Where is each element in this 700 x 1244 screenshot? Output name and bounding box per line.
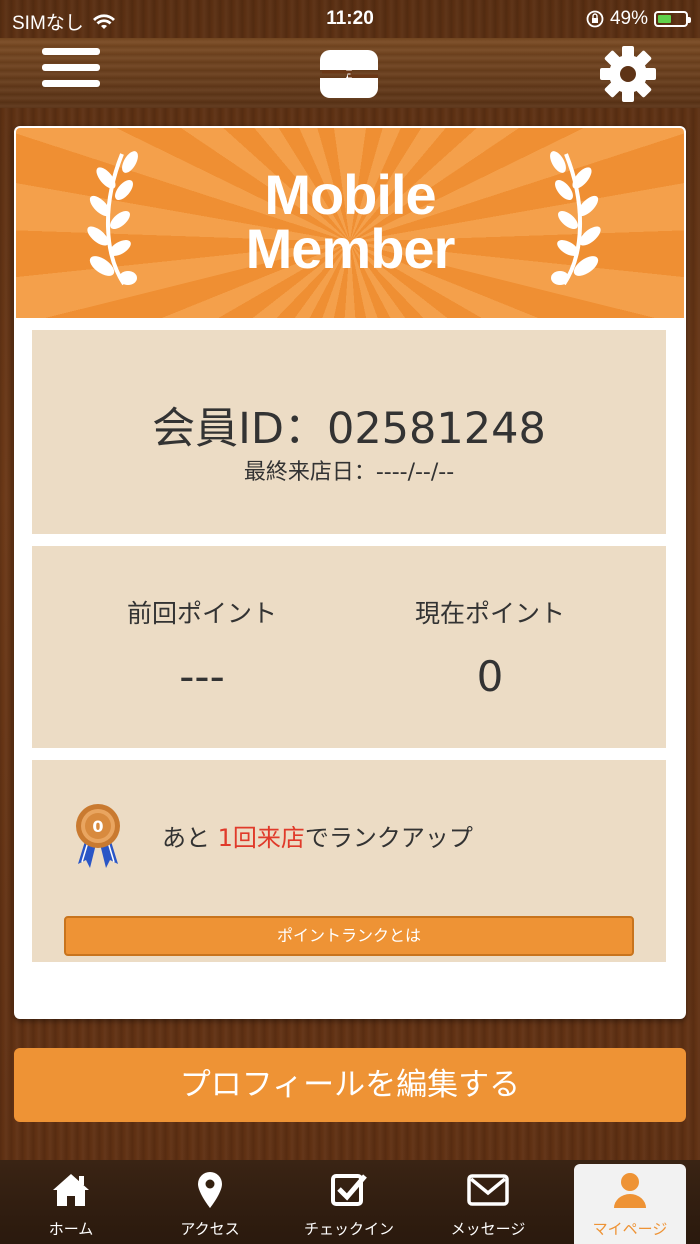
orientation-lock-icon [586,10,604,28]
rankup-highlight: 1回来店 [217,824,305,852]
last-visit-date: 最終来店日：----/--/-- [243,460,455,485]
medal-icon: 0 [76,804,120,868]
tab-access[interactable]: アクセス [141,1164,279,1244]
points-panel: 前回ポイント --- 現在ポイント 0 [32,546,666,748]
checkin-icon [331,1174,367,1206]
bottom-tab-bar: ホーム アクセス チェックイン メッセージ マイページ [0,1160,700,1244]
gear-icon[interactable] [598,44,658,104]
member-banner: Mobile Member [16,128,684,318]
point-rank-info-button[interactable]: ポイントランクとは [64,916,634,956]
battery-percent: 49% [609,8,648,29]
rankup-message: あと 1回来店でランクアップ [162,824,473,852]
menu-button[interactable] [42,48,100,98]
home-icon [53,1174,89,1206]
current-points-label: 現在ポイント [414,599,565,628]
previous-points-value: --- [179,652,225,701]
map-pin-icon [198,1172,222,1208]
rank-panel: 0 あと 1回来店でランクアップ ポイントランクとは [32,760,666,962]
member-id: 会員ID：02581248 [152,404,546,454]
battery-icon [654,11,691,27]
tab-mypage[interactable]: マイページ [574,1164,686,1244]
edit-profile-button[interactable]: プロフィールを編集する [14,1048,686,1122]
previous-points: 前回ポイント --- [52,594,352,701]
user-icon [614,1173,646,1208]
svg-text:0: 0 [92,817,103,836]
mail-icon [467,1174,509,1206]
top-navigation-bar [0,38,700,108]
tab-checkin[interactable]: チェックイン [280,1164,418,1244]
tab-home[interactable]: ホーム [2,1164,140,1244]
tab-message[interactable]: メッセージ [419,1164,557,1244]
previous-points-label: 前回ポイント [126,599,277,628]
current-points: 現在ポイント 0 [340,594,640,701]
member-id-panel: 会員ID：02581248 最終来店日：----/--/-- [32,330,666,534]
member-card: Mobile Member 会員ID：02581248 最終来店日：----/-… [14,126,686,1019]
logo-icon [320,50,378,98]
current-points-value: 0 [476,652,504,701]
status-bar: SIMなし 11:20 49% [0,0,700,38]
laurel-right-icon [550,151,601,286]
